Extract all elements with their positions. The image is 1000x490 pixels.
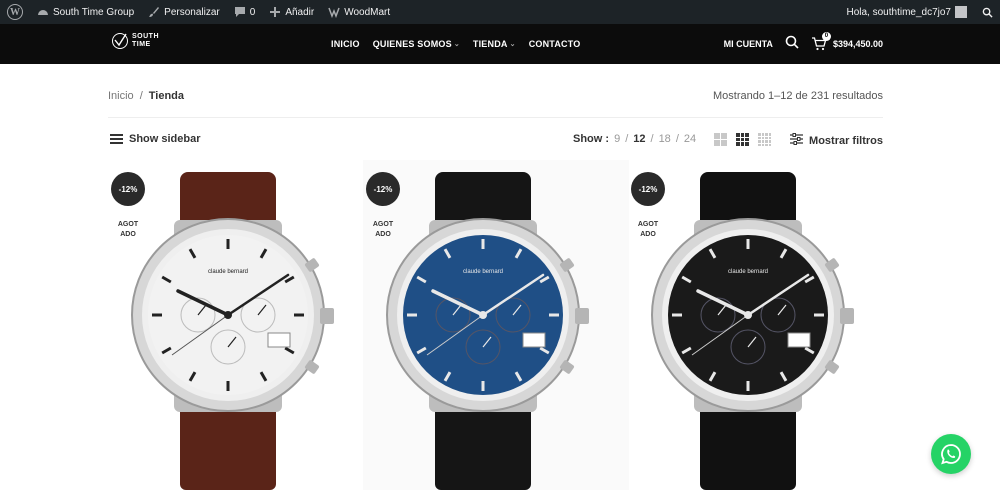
comments-link[interactable]: 0 xyxy=(227,0,263,24)
menu-icon xyxy=(110,134,123,144)
brush-icon xyxy=(148,6,160,18)
per-page-separator: / xyxy=(625,133,629,145)
search-icon xyxy=(785,35,799,49)
logo-line-2: TIME xyxy=(132,41,151,48)
stock-line-1: AGOT xyxy=(372,221,394,228)
per-page-label: Show : xyxy=(573,133,610,145)
nav-label: TIENDA xyxy=(472,39,508,49)
chevron-down-icon: ⌄ xyxy=(453,41,460,48)
product-image[interactable]: claude bernard xyxy=(628,160,894,490)
per-page-12[interactable]: 12 xyxy=(633,133,645,145)
nav-item-inicio[interactable]: INICIO xyxy=(331,39,360,49)
product-card[interactable]: -12% AGOT ADO claude bernard xyxy=(108,160,374,490)
add-new-label: Añadir xyxy=(285,6,315,18)
dashboard-icon xyxy=(37,6,49,18)
chevron-down-icon: ⌄ xyxy=(509,41,516,48)
stock-line-1: AGOT xyxy=(637,221,659,228)
watch-brand-text: claude bernard xyxy=(728,269,768,275)
search-icon xyxy=(981,6,993,18)
header-search-button[interactable] xyxy=(785,35,799,54)
divider xyxy=(108,117,883,118)
per-page-separator: / xyxy=(650,133,654,145)
cart-button[interactable]: 0 $394,450.00 xyxy=(811,32,883,51)
theme-link[interactable]: WoodMart xyxy=(321,0,397,24)
site-name-label: South Time Group xyxy=(53,6,135,18)
greeting-label: Hola, southtime_dc7jo7 xyxy=(846,6,951,18)
per-page-separator: / xyxy=(675,133,679,145)
customize-link[interactable]: Personalizar xyxy=(141,0,227,24)
comment-icon xyxy=(234,6,246,18)
discount-badge: -12% xyxy=(631,172,665,206)
nav-label: CONTACTO xyxy=(528,39,581,49)
cart-total: $394,450.00 xyxy=(832,39,883,49)
product-card[interactable]: -12% AGOT ADO claude bernard xyxy=(628,160,894,490)
add-new-menu[interactable]: Añadir xyxy=(262,0,321,24)
breadcrumb: Inicio / Tienda xyxy=(108,90,184,102)
logo-mark-icon xyxy=(111,32,129,50)
out-of-stock-label: AGOT ADO xyxy=(632,220,664,240)
grid-2-columns-icon[interactable] xyxy=(714,133,727,146)
stock-line-2: ADO xyxy=(640,231,656,238)
logo-line-1: SOUTH xyxy=(132,33,159,40)
per-page-selector: Show : 9 / 12 / 18 / 24 xyxy=(573,133,696,145)
breadcrumb-current: Tienda xyxy=(148,90,185,102)
watch-brand-text: claude bernard xyxy=(208,269,248,275)
theme-label: WoodMart xyxy=(344,6,391,18)
product-card[interactable]: -12% AGOT ADO claude bernard xyxy=(363,160,629,490)
per-page-18[interactable]: 18 xyxy=(659,133,671,145)
whatsapp-button[interactable] xyxy=(931,434,971,474)
my-account-menu[interactable]: Hola, southtime_dc7jo7 xyxy=(839,0,974,24)
admin-search-button[interactable] xyxy=(974,0,1000,24)
stock-line-2: ADO xyxy=(375,231,391,238)
wordpress-icon: W xyxy=(7,4,23,20)
whatsapp-icon xyxy=(941,444,961,465)
cart-count-badge: 0 xyxy=(821,32,831,41)
grid-4-columns-icon[interactable] xyxy=(758,133,771,146)
wp-logo-menu[interactable]: W xyxy=(0,0,30,24)
show-filters-label: Mostrar filtros xyxy=(809,134,883,147)
nav-item-tienda[interactable]: TIENDA ⌄ xyxy=(473,39,516,49)
main-nav: INICIO QUIENES SOMOS ⌄ TIENDA ⌄ CONTACTO xyxy=(331,24,580,64)
nav-item-quienes-somos[interactable]: QUIENES SOMOS ⌄ xyxy=(373,39,460,49)
show-sidebar-button[interactable]: Show sidebar xyxy=(110,133,201,145)
show-filters-button[interactable]: Mostrar filtros xyxy=(790,133,883,148)
show-sidebar-label: Show sidebar xyxy=(129,133,201,145)
grid-3-columns-icon[interactable] xyxy=(736,133,749,146)
customize-label: Personalizar xyxy=(164,6,220,18)
logo-text: SOUTH TIME xyxy=(132,33,159,49)
grid-view-switcher xyxy=(714,133,771,146)
stock-line-1: AGOT xyxy=(117,221,139,228)
nav-label: QUIENES SOMOS xyxy=(372,39,452,49)
discount-badge: -12% xyxy=(366,172,400,206)
nav-label: INICIO xyxy=(331,39,360,49)
out-of-stock-label: AGOT ADO xyxy=(367,220,399,240)
comments-count: 0 xyxy=(249,6,256,18)
product-image[interactable]: claude bernard xyxy=(108,160,374,490)
breadcrumb-home[interactable]: Inicio xyxy=(108,90,134,102)
wp-admin-bar: W South Time Group Personalizar 0 Añadir… xyxy=(0,0,1000,24)
woodmart-icon xyxy=(328,6,340,18)
plus-icon xyxy=(269,6,281,18)
stock-line-2: ADO xyxy=(120,231,136,238)
cart-icon: 0 xyxy=(811,32,831,51)
results-count: Mostrando 1–12 de 231 resultados xyxy=(712,90,883,102)
per-page-9[interactable]: 9 xyxy=(614,133,620,145)
site-header: SOUTH TIME INICIO QUIENES SOMOS ⌄ TIENDA ⌄… xyxy=(0,24,1000,64)
discount-badge: -12% xyxy=(111,172,145,206)
product-image[interactable]: claude bernard xyxy=(363,160,629,490)
nav-item-contacto[interactable]: CONTACTO xyxy=(529,39,581,49)
filter-sliders-icon xyxy=(790,133,804,148)
my-account-link[interactable]: MI CUENTA xyxy=(724,39,773,49)
per-page-24[interactable]: 24 xyxy=(684,133,696,145)
out-of-stock-label: AGOT ADO xyxy=(112,220,144,240)
breadcrumb-separator: / xyxy=(139,90,143,102)
avatar xyxy=(955,6,967,18)
site-name-menu[interactable]: South Time Group xyxy=(30,0,141,24)
site-logo[interactable]: SOUTH TIME xyxy=(111,32,159,50)
watch-brand-text: claude bernard xyxy=(463,269,503,275)
